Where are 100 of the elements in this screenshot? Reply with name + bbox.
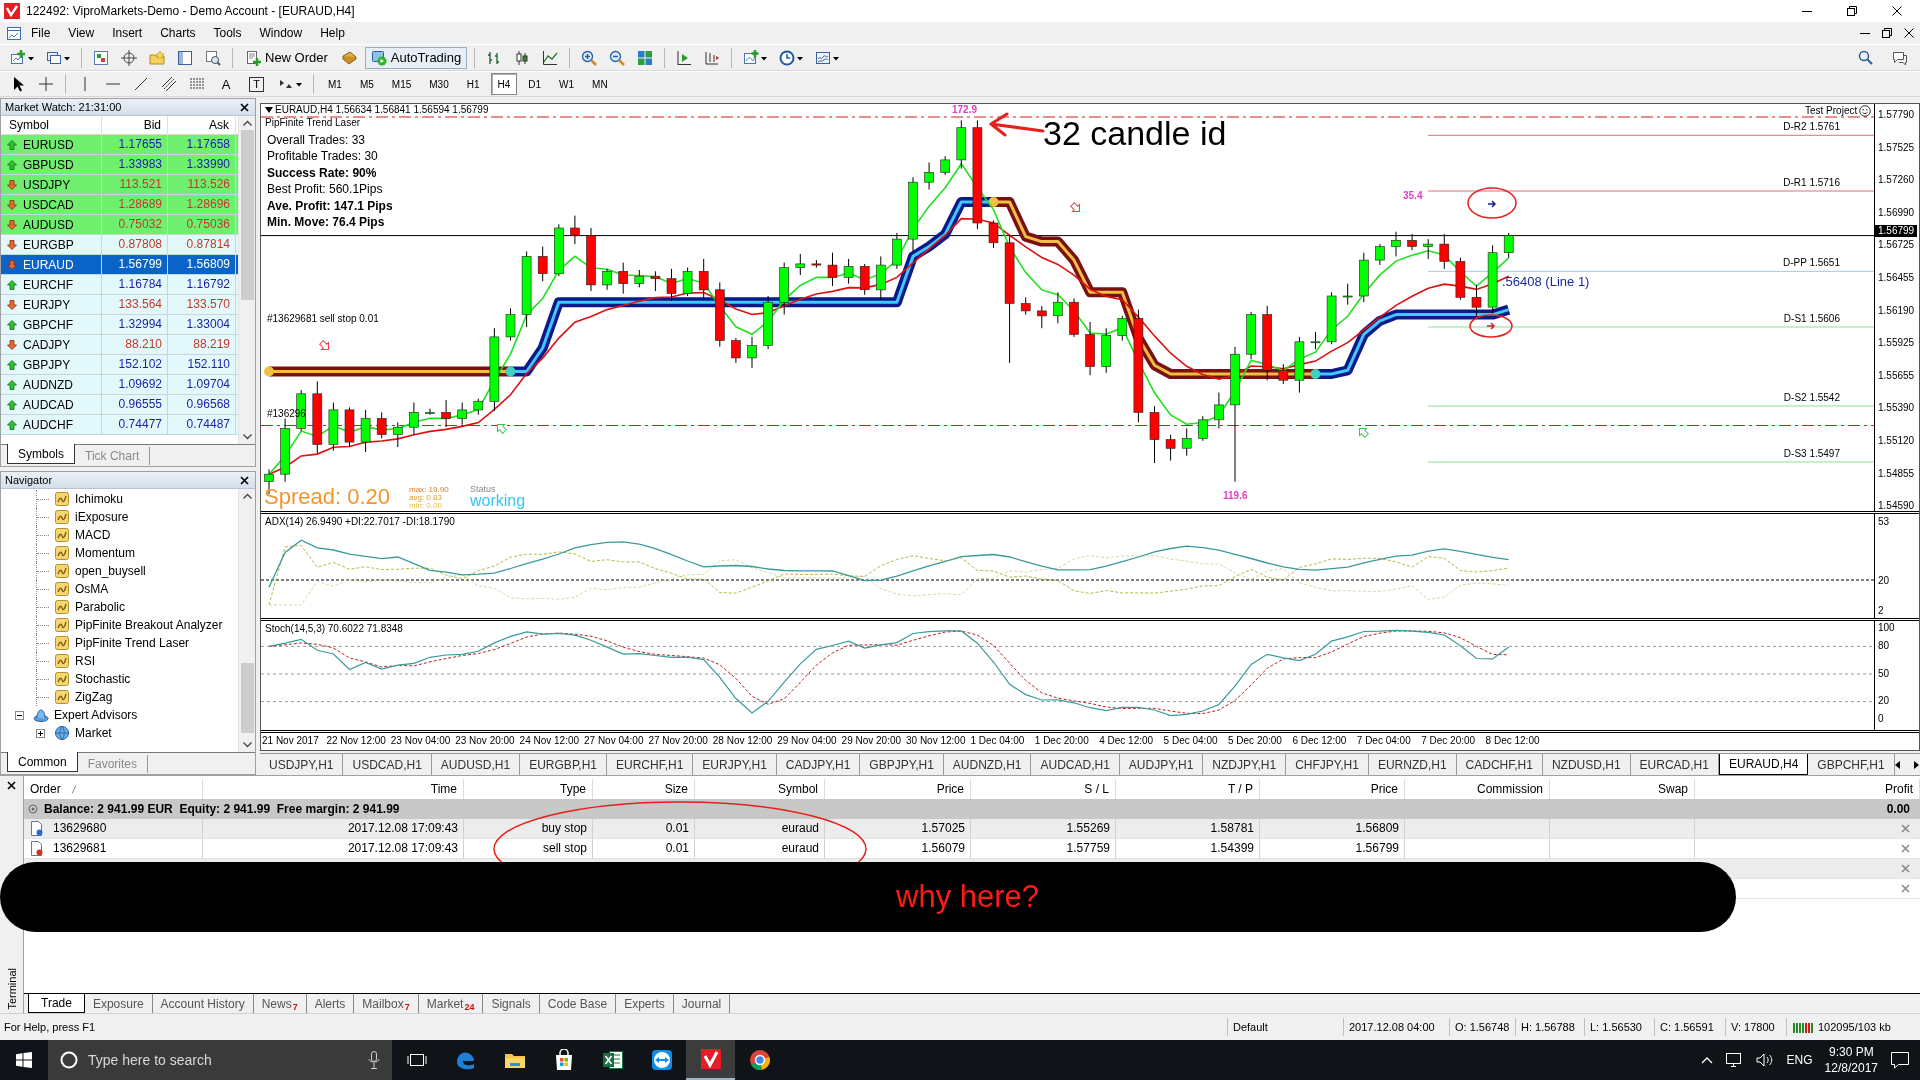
tree-item[interactable]: PipFinite Breakout Analyzer — [1, 616, 238, 634]
double-arrow-icon[interactable] — [650, 1049, 673, 1071]
symbol-row[interactable]: EURJPY 133.564 133.570 — [1, 295, 238, 315]
squares-window-icon[interactable] — [93, 49, 109, 66]
speech-bubble-icon[interactable] — [1890, 1051, 1910, 1069]
play-axis-icon[interactable] — [676, 49, 693, 66]
spreadsheet-icon[interactable] — [601, 1049, 624, 1071]
restore-icon[interactable] — [1847, 6, 1857, 16]
scrollbar[interactable] — [238, 489, 255, 752]
symbol-row[interactable]: USDCAD 1.28689 1.28696 — [1, 195, 238, 215]
tree-item[interactable]: Momentum — [1, 544, 238, 562]
clock-icon[interactable] — [779, 49, 804, 66]
crosshair-icon[interactable] — [121, 49, 137, 66]
close-icon[interactable] — [1904, 28, 1914, 38]
tree-item[interactable]: iExposure — [1, 508, 238, 526]
candlestick-icon[interactable] — [514, 49, 531, 66]
panel-tab[interactable]: Symbols — [7, 444, 75, 464]
zoom-in-icon[interactable] — [581, 49, 598, 66]
grid-icon[interactable] — [637, 49, 654, 66]
close-icon[interactable] — [240, 475, 249, 485]
monitor-icon[interactable] — [1724, 1052, 1743, 1068]
scrollbar[interactable] — [238, 116, 255, 444]
menu-item[interactable]: File — [22, 24, 60, 42]
panel-icon[interactable] — [177, 49, 193, 66]
dot-circle-icon[interactable] — [28, 804, 38, 814]
star-folder-icon[interactable] — [149, 49, 165, 66]
chevron-up-icon[interactable] — [1700, 1056, 1713, 1064]
folder-icon[interactable] — [503, 1051, 526, 1069]
menu-item[interactable]: Window — [250, 24, 312, 42]
lozenge-icon[interactable] — [340, 49, 357, 66]
symbol-row[interactable]: EURAUD 1.56799 1.56809 — [1, 255, 238, 275]
autotrading-button[interactable]: AutoTrading — [364, 46, 468, 69]
menu-item[interactable]: View — [59, 24, 104, 42]
zoom-out-icon[interactable] — [609, 49, 626, 66]
tree-item[interactable]: PipFinite Trend Laser — [1, 634, 238, 652]
speaker-icon[interactable] — [1754, 1052, 1775, 1068]
scroll-down-icon[interactable] — [242, 742, 252, 748]
search-bar[interactable]: Type here to search — [48, 1040, 392, 1080]
new-order-button[interactable]: New Order — [240, 46, 333, 69]
symbol-row[interactable]: GBPUSD 1.33983 1.33990 — [1, 155, 238, 175]
symbol-row[interactable]: EURCHF 1.16784 1.16792 — [1, 275, 238, 295]
close-icon[interactable] — [1892, 6, 1902, 16]
expand-icon[interactable] — [36, 728, 45, 738]
timeframe-button[interactable]: MN — [585, 73, 615, 95]
chart-window-icon[interactable] — [6, 25, 22, 41]
menu-item[interactable]: Help — [311, 24, 354, 42]
search-field[interactable]: Type here to search — [88, 1048, 358, 1072]
bars-arrow-icon[interactable] — [704, 49, 721, 66]
symbol-row[interactable]: EURUSD 1.17655 1.17658 — [1, 135, 238, 155]
symbol-row[interactable]: GBPJPY 152.102 152.110 — [1, 355, 238, 375]
timeframe-button[interactable]: M5 — [352, 73, 381, 95]
terminal-tab[interactable]: Trade — [28, 994, 85, 1013]
tree-item[interactable]: Stochastic — [1, 670, 238, 688]
triangle-right-icon[interactable] — [1913, 760, 1919, 769]
text-tool-button[interactable]: A — [216, 75, 236, 93]
scroll-up-icon[interactable] — [242, 120, 252, 126]
tree-item[interactable]: open_buysell — [1, 562, 238, 580]
scroll-down-icon[interactable] — [242, 434, 252, 440]
timeframe-button[interactable]: W1 — [552, 73, 582, 95]
chart-tab[interactable]: EURAUD,H4 — [1718, 754, 1809, 775]
collapse-icon[interactable] — [15, 710, 24, 720]
wave-window-icon[interactable] — [815, 49, 840, 66]
symbol-row[interactable]: GBPCHF 1.32994 1.33004 — [1, 315, 238, 335]
dashed-lines-icon[interactable] — [189, 76, 205, 92]
timeframe-button[interactable]: M1 — [321, 73, 349, 95]
symbol-row[interactable]: CADJPY 88.210 88.219 — [1, 335, 238, 355]
app-logo-icon[interactable] — [699, 1048, 722, 1070]
clock-time[interactable]: 9:30 PM — [1828, 1044, 1874, 1060]
timeframe-button[interactable]: H4 — [490, 73, 518, 95]
scroll-thumb[interactable] — [240, 663, 254, 733]
magnifier-icon[interactable] — [205, 49, 221, 66]
crosshair-icon[interactable] — [38, 76, 54, 92]
symbol-row[interactable]: AUDCAD 0.96555 0.96568 — [1, 395, 238, 415]
panel-tab[interactable]: Common — [7, 752, 78, 772]
search-icon[interactable] — [1858, 49, 1874, 66]
timeframe-button[interactable]: D1 — [521, 73, 549, 95]
scroll-up-icon[interactable] — [242, 493, 252, 499]
tree-item[interactable]: Parabolic — [1, 598, 238, 616]
timeframe-button[interactable]: M30 — [422, 73, 456, 95]
timeframe-button[interactable]: H1 — [459, 73, 487, 95]
language-indicator[interactable]: ENG — [1786, 1053, 1813, 1067]
clock-date[interactable]: 12/8/2017 — [1824, 1060, 1878, 1076]
symbol-row[interactable]: AUDNZD 1.09692 1.09704 — [1, 375, 238, 395]
symbol-row[interactable]: AUDUSD 0.75032 0.75036 — [1, 215, 238, 235]
close-icon[interactable] — [7, 781, 16, 790]
menu-item[interactable]: Insert — [103, 24, 152, 42]
line-chart-icon[interactable] — [542, 49, 559, 66]
timeframe-button[interactable]: M15 — [384, 73, 419, 95]
tree-item[interactable]: Market — [1, 724, 238, 742]
parallel-lines-icon[interactable] — [161, 76, 177, 92]
scroll-thumb[interactable] — [240, 130, 254, 300]
chart-plus-icon[interactable] — [10, 49, 34, 66]
symbol-row[interactable]: USDJPY 113.521 113.526 — [1, 175, 238, 195]
text-tool-button[interactable]: T — [249, 76, 264, 92]
symbol-row[interactable]: AUDCHF 0.74477 0.74487 — [1, 415, 238, 435]
microphone-icon[interactable] — [368, 1051, 380, 1069]
swirl-icon[interactable] — [454, 1049, 477, 1071]
restore-icon[interactable] — [1882, 28, 1892, 38]
symbol-row[interactable]: EURGBP 0.87808 0.87814 — [1, 235, 238, 255]
tree-item[interactable]: RSI — [1, 652, 238, 670]
